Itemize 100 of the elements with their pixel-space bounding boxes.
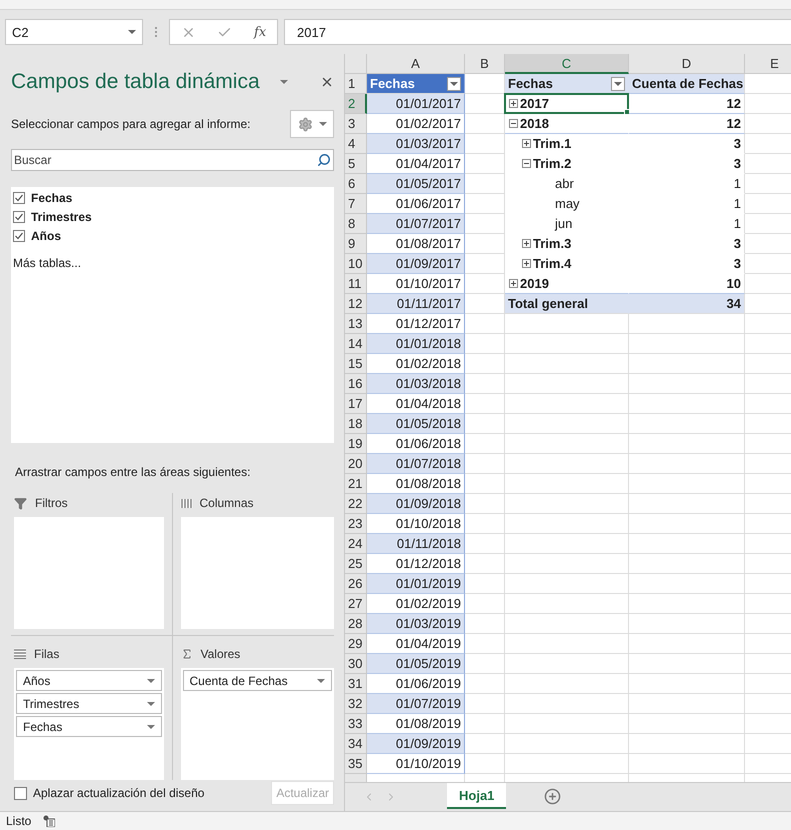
search-field[interactable]: Buscar <box>11 149 334 171</box>
table-cell: 01/11/2018 <box>367 534 465 554</box>
row-header[interactable]: 33 <box>345 714 367 734</box>
row-header[interactable]: 5 <box>345 154 367 174</box>
row-header[interactable]: 3 <box>345 114 367 134</box>
row-header[interactable]: 32 <box>345 694 367 714</box>
checkbox[interactable] <box>13 230 25 242</box>
row-header[interactable]: 11 <box>345 274 367 294</box>
table-cell: 01/06/2019 <box>367 674 465 694</box>
row-header[interactable]: 21 <box>345 474 367 494</box>
columns-icon <box>180 498 192 508</box>
row-header[interactable]: 18 <box>345 414 367 434</box>
insert-function-button[interactable]: fx <box>254 24 266 40</box>
add-sheet-icon[interactable] <box>544 788 562 805</box>
gear-icon <box>298 116 312 132</box>
area-title: Valores <box>200 647 240 661</box>
collapse-icon[interactable] <box>509 119 518 128</box>
tools-button[interactable] <box>290 110 334 138</box>
row-header[interactable]: 14 <box>345 334 367 354</box>
row-header[interactable]: 15 <box>345 354 367 374</box>
row-header[interactable]: 4 <box>345 134 367 154</box>
table-cell: 01/12/2017 <box>367 314 465 334</box>
more-tables-link[interactable]: Más tablas... <box>13 256 332 270</box>
row-header[interactable]: 9 <box>345 234 367 254</box>
table-cell: 01/05/2017 <box>367 174 465 194</box>
column-header[interactable]: A <box>367 54 465 74</box>
row-header[interactable]: 30 <box>345 654 367 674</box>
table-cell: 01/07/2019 <box>367 694 465 714</box>
field-label: Trimestres <box>31 210 92 224</box>
search-icon[interactable] <box>317 153 331 167</box>
column-header[interactable]: C <box>505 54 629 74</box>
column-header[interactable]: B <box>465 54 505 74</box>
row-header[interactable]: 24 <box>345 534 367 554</box>
field-label: Años <box>31 229 61 243</box>
macro-icon[interactable] <box>43 815 56 827</box>
checkbox[interactable] <box>13 211 25 223</box>
expand-icon[interactable] <box>509 99 518 108</box>
row-header[interactable]: 12 <box>345 294 367 314</box>
row-header[interactable]: 6 <box>345 174 367 194</box>
table-cell: 01/07/2018 <box>367 454 465 474</box>
field-chip[interactable]: Trimestres <box>16 693 162 714</box>
expand-icon[interactable] <box>509 279 518 288</box>
row-header[interactable]: 1 <box>345 74 367 94</box>
row-header[interactable]: 35 <box>345 754 367 774</box>
row-header[interactable]: 27 <box>345 594 367 614</box>
sheet-tab[interactable]: Hoja1 <box>447 783 506 809</box>
pivot-value-cell: 12 <box>629 114 745 134</box>
filter-dropdown-button[interactable] <box>611 76 625 90</box>
row-header[interactable]: 22 <box>345 494 367 514</box>
column-header[interactable]: E <box>745 54 791 74</box>
table-cell: 01/03/2017 <box>367 134 465 154</box>
defer-label: Aplazar actualización del diseño <box>33 786 204 800</box>
row-header[interactable]: 8 <box>345 214 367 234</box>
row-header[interactable]: 2 <box>345 94 367 114</box>
table-cell: 01/08/2017 <box>367 234 465 254</box>
expand-icon[interactable] <box>522 259 531 268</box>
field-chip[interactable]: Fechas <box>16 716 162 737</box>
select-all-corner[interactable] <box>345 54 367 74</box>
row-header[interactable]: 28 <box>345 614 367 634</box>
expand-icon[interactable] <box>522 139 531 148</box>
table-cell: 01/06/2018 <box>367 434 465 454</box>
row-header[interactable]: 7 <box>345 194 367 214</box>
pivot-row-label[interactable]: 2017 <box>505 94 629 114</box>
field-chip[interactable]: Años <box>16 670 162 691</box>
row-header[interactable]: 19 <box>345 434 367 454</box>
name-box[interactable]: C2 <box>5 19 143 45</box>
checkbox[interactable] <box>14 786 27 800</box>
expand-icon[interactable] <box>522 239 531 248</box>
table-cell: 01/05/2019 <box>367 654 465 674</box>
row-header[interactable]: 20 <box>345 454 367 474</box>
field-chip[interactable]: Cuenta de Fechas <box>182 670 332 691</box>
row-header[interactable]: 29 <box>345 634 367 654</box>
pivot-row-label[interactable]: 2018 <box>505 114 629 134</box>
row-header[interactable]: 10 <box>345 254 367 274</box>
area-title: Filtros <box>35 496 68 510</box>
table-cell: 01/10/2018 <box>367 514 465 534</box>
row-header[interactable]: 23 <box>345 514 367 534</box>
row-header[interactable]: 13 <box>345 314 367 334</box>
pivot-header-cell: Cuenta de Fechas <box>629 74 745 94</box>
checkbox[interactable] <box>13 192 25 204</box>
formula-input[interactable]: 2017 <box>284 19 791 45</box>
table-cell: 01/06/2017 <box>367 194 465 214</box>
close-icon[interactable] <box>320 75 334 89</box>
table-cell: 01/08/2018 <box>367 474 465 494</box>
row-header[interactable]: 34 <box>345 734 367 754</box>
table-cell: 01/03/2018 <box>367 374 465 394</box>
pivot-header-cell: Fechas <box>505 74 629 94</box>
row-header[interactable]: 16 <box>345 374 367 394</box>
filter-dropdown-button[interactable] <box>447 76 461 90</box>
row-header[interactable]: 25 <box>345 554 367 574</box>
row-header[interactable]: 26 <box>345 574 367 594</box>
row-header[interactable]: 31 <box>345 674 367 694</box>
table-cell: 01/02/2017 <box>367 114 465 134</box>
collapse-icon[interactable] <box>522 159 531 168</box>
field-label: Fechas <box>31 191 72 205</box>
table-cell: 01/10/2017 <box>367 274 465 294</box>
table-header-cell: Fechas <box>367 74 465 94</box>
pane-options-caret-icon[interactable] <box>280 80 288 84</box>
column-header[interactable]: D <box>629 54 745 74</box>
row-header[interactable]: 17 <box>345 394 367 414</box>
